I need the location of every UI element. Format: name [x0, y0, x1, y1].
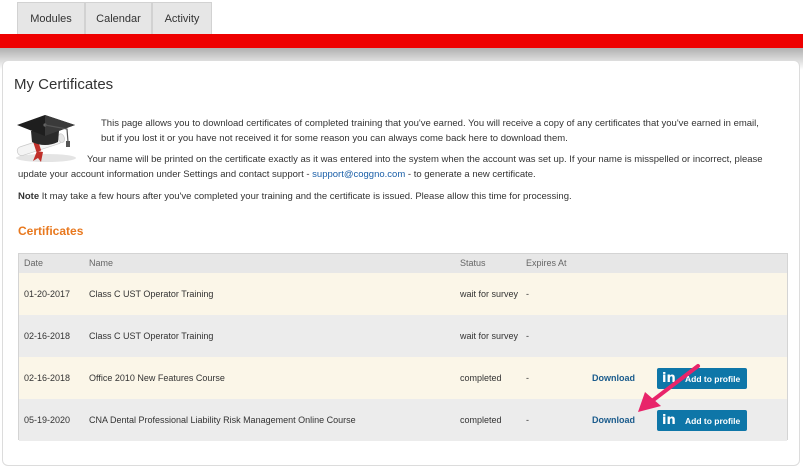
column-name: Name	[89, 258, 114, 268]
table-row: 01-20-2017 Class C UST Operator Training…	[19, 273, 787, 315]
table-row: 02-16-2018 Office 2010 New Features Cour…	[19, 357, 787, 399]
certificates-table: Date Name Status Expires At 01-20-2017 C…	[18, 253, 788, 441]
linkedin-icon: in	[662, 371, 676, 386]
page-title: My Certificates	[14, 76, 114, 93]
row-name: Office 2010 New Features Course	[89, 373, 225, 383]
row-date: 02-16-2018	[24, 331, 71, 341]
row-status: wait for survey	[460, 331, 519, 341]
tab-calendar[interactable]: Calendar	[85, 2, 152, 34]
row-expires: -	[526, 331, 529, 341]
row-name: Class C UST Operator Training	[89, 331, 214, 341]
row-date: 01-20-2017	[24, 289, 71, 299]
tab-modules[interactable]: Modules	[17, 2, 85, 34]
row-expires: -	[526, 373, 529, 383]
brand-bar	[0, 34, 803, 48]
note-paragraph: Note It may take a few hours after you'v…	[18, 189, 778, 204]
row-status: wait for survey	[460, 289, 519, 299]
row-expires: -	[526, 289, 529, 299]
row-status: completed	[460, 415, 502, 425]
linkedin-button-label: Add to profile	[685, 373, 741, 384]
name-info-paragraph: Your name will be printed on the certifi…	[18, 152, 770, 182]
intro-paragraph: This page allows you to download certifi…	[101, 118, 759, 144]
support-email-link[interactable]: support@coggno.com	[312, 169, 405, 180]
certificates-section-title: Certificates	[18, 224, 84, 238]
column-date: Date	[24, 258, 44, 268]
linkedin-add-to-profile-button[interactable]: in Add to profile	[657, 368, 747, 389]
table-row: 02-16-2018 Class C UST Operator Training…	[19, 315, 787, 357]
column-expires: Expires At	[526, 258, 567, 268]
row-expires: -	[526, 415, 529, 425]
download-button[interactable]: Download	[592, 415, 635, 425]
row-name: Class C UST Operator Training	[89, 289, 214, 299]
download-button[interactable]: Download	[592, 373, 635, 383]
table-row: 05-19-2020 CNA Dental Professional Liabi…	[19, 399, 787, 441]
linkedin-button-label: Add to profile	[685, 415, 741, 426]
row-date: 02-16-2018	[24, 373, 71, 383]
row-date: 05-19-2020	[24, 415, 71, 425]
table-header: Date Name Status Expires At	[19, 254, 787, 273]
column-status: Status	[460, 258, 486, 268]
note-text: It may take a few hours after you've com…	[39, 191, 572, 202]
certificates-panel: My Certificates This page allows you to …	[2, 60, 800, 466]
name-info-text-end: - to generate a new certificate.	[405, 169, 536, 180]
linkedin-add-to-profile-button[interactable]: in Add to profile	[657, 410, 747, 431]
row-status: completed	[460, 373, 502, 383]
tab-activity[interactable]: Activity	[152, 2, 212, 34]
top-tab-bar: Modules Calendar Activity	[0, 0, 803, 34]
linkedin-icon: in	[662, 413, 676, 428]
row-name: CNA Dental Professional Liability Risk M…	[89, 415, 356, 425]
note-label: Note	[18, 191, 40, 202]
